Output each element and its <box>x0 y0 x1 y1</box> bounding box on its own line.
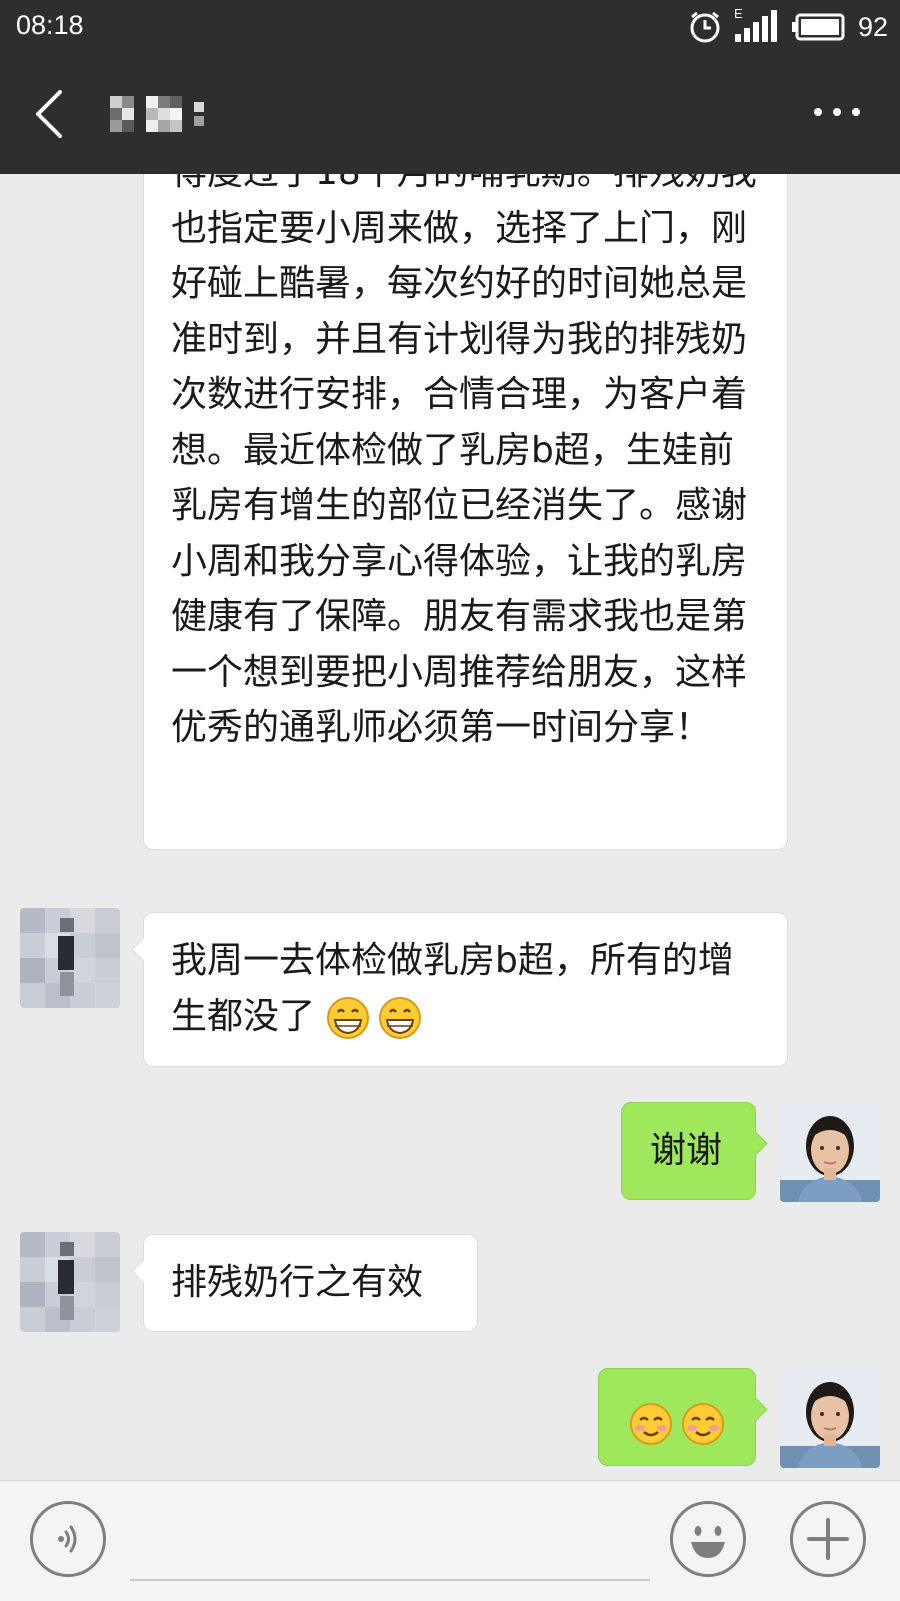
emoji-group <box>326 996 422 1040</box>
grinning-face-icon <box>379 996 422 1039</box>
sent-message-bubble[interactable]: 谢谢 <box>621 1102 768 1200</box>
chat-header <box>0 54 900 174</box>
chevron-left-icon[interactable] <box>30 88 70 140</box>
plus-button[interactable] <box>790 1501 866 1577</box>
message-text: 排残奶行之有效 <box>171 1262 424 1303</box>
voice-button[interactable] <box>30 1501 106 1577</box>
status-time: 08:18 <box>16 10 84 40</box>
sender-avatar[interactable] <box>20 908 120 1008</box>
message-input[interactable] <box>130 1579 650 1581</box>
received-message-bubble[interactable]: 得度过了18个月的哺乳期。排残奶我也指定要小周来做，选择了上门，刚好碰上酷暑，每… <box>143 174 788 850</box>
plus-icon <box>807 1518 849 1560</box>
smiling-blush-face-icon <box>630 1403 672 1445</box>
input-bar <box>0 1480 900 1601</box>
my-avatar[interactable] <box>780 1102 880 1202</box>
battery-level: 92 <box>857 11 888 42</box>
received-message-bubble[interactable]: 排残奶行之有效 <box>131 1234 478 1332</box>
status-bar: 08:18 E 92 <box>0 0 900 54</box>
emoji-icon <box>691 1526 725 1558</box>
chat-message-list[interactable]: 得度过了18个月的哺乳期。排残奶我也指定要小周来做，选择了上门，刚好碰上酷暑，每… <box>0 174 900 1480</box>
sent-message-bubble[interactable] <box>598 1368 768 1466</box>
message-text: 得度过了18个月的哺乳期。排残奶我也指定要小周来做，选择了上门，刚好碰上酷暑，每… <box>171 174 757 748</box>
alarm-icon <box>690 11 720 43</box>
emoji-button[interactable] <box>670 1501 746 1577</box>
signal-icon: E <box>734 6 780 44</box>
more-dots-icon[interactable] <box>812 104 862 120</box>
received-message-bubble[interactable]: 我周一去体检做乳房b超，所有的增生都没了 <box>131 912 788 1067</box>
my-avatar[interactable] <box>780 1368 880 1468</box>
message-text: 谢谢 <box>650 1130 723 1171</box>
smiling-blush-face-icon <box>682 1403 724 1445</box>
battery-icon <box>791 13 845 41</box>
voice-icon <box>58 1525 77 1553</box>
contact-name-pixelated <box>110 92 214 136</box>
emoji-group <box>629 1402 725 1446</box>
sender-avatar[interactable] <box>20 1232 120 1332</box>
status-icons: E 92 <box>688 6 888 46</box>
message-text: 我周一去体检做乳房b超，所有的增生都没了 <box>171 940 734 1037</box>
grinning-face-icon <box>327 996 370 1039</box>
